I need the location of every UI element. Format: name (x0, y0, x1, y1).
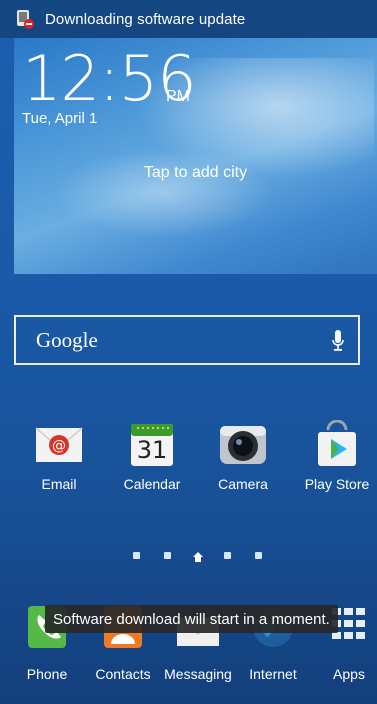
home-page-icon[interactable] (192, 550, 204, 568)
play-store-icon (312, 419, 362, 470)
page-indicator (131, 550, 271, 562)
camera-icon (218, 420, 268, 470)
calendar-icon: 31 (127, 420, 177, 470)
microphone-icon[interactable] (332, 329, 344, 353)
clock-ampm: PM (166, 88, 190, 105)
cloud-decoration (54, 148, 274, 238)
toast-message: Software download will start in a moment… (45, 605, 338, 633)
app-play-store[interactable]: Play Store (300, 419, 374, 492)
status-title: Downloading software update (45, 10, 246, 28)
google-logo-text: Google (36, 327, 98, 352)
dock-label: Messaging (164, 666, 232, 682)
dock-label: Phone (26, 666, 68, 682)
dock-label: Internet (249, 666, 297, 682)
app-label: Calendar (123, 476, 181, 492)
status-bar[interactable]: Downloading software update (0, 0, 377, 38)
clock-weather-widget[interactable]: 12:56 PM Tue, April 1 Tap to add city (14, 38, 377, 274)
page-dot[interactable] (224, 552, 231, 559)
page-dot[interactable] (255, 552, 262, 559)
app-label: Play Store (304, 476, 370, 492)
dock-label: Contacts (95, 666, 151, 682)
clock-date: Tue, April 1 (22, 110, 98, 127)
page-dot[interactable] (133, 552, 140, 559)
page-dot[interactable] (164, 552, 171, 559)
dock-label: Apps (333, 666, 365, 682)
download-notification-icon (14, 8, 36, 30)
add-city-prompt[interactable]: Tap to add city (14, 164, 377, 182)
email-icon: @ (34, 420, 84, 470)
google-search-bar[interactable]: Google (14, 315, 360, 365)
app-label: Camera (218, 476, 268, 492)
app-email[interactable]: @ Email (22, 420, 96, 492)
app-label: Email (41, 476, 77, 492)
home-screen: Downloading software update 12:56 PM Tue… (0, 0, 377, 704)
svg-text:@: @ (52, 438, 66, 454)
app-camera[interactable]: Camera (206, 420, 280, 492)
calendar-day: 31 (136, 436, 168, 464)
app-calendar[interactable]: 31 Calendar (115, 420, 189, 492)
